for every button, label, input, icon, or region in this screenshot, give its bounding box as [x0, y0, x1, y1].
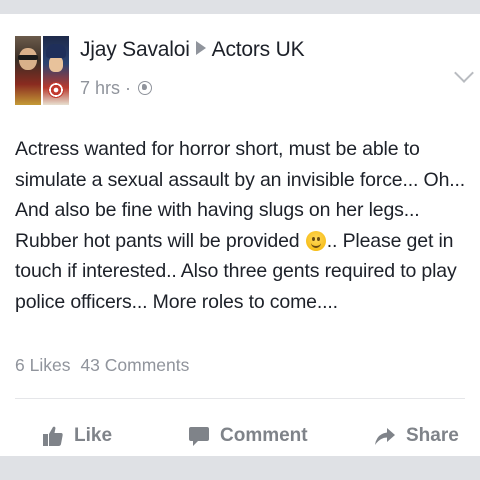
post-timestamp[interactable]: 7 hrs [80, 78, 120, 98]
arrow-right-icon [195, 41, 206, 55]
shield-icon [48, 82, 64, 98]
post-text-line: Actress wanted for horror short, must be… [15, 138, 420, 160]
likes-count-link[interactable]: 6 Likes [15, 355, 70, 375]
share-arrow-icon [375, 428, 395, 445]
chevron-down-icon[interactable] [454, 63, 474, 83]
avatar-right-photo [43, 36, 69, 105]
post-meta: 7 hrs · [80, 78, 153, 99]
author-avatar[interactable] [15, 36, 69, 105]
share-label: Share [406, 425, 459, 446]
thumbs-up-icon [43, 426, 63, 446]
post-card: Jjay Savaloi Actors UK 7 hrs · Actress wa… [0, 14, 480, 456]
author-name-link[interactable]: Jjay Savaloi [80, 38, 190, 61]
group-name-link[interactable]: Actors UK [212, 38, 305, 61]
like-label: Like [74, 425, 113, 446]
globe-icon [138, 81, 153, 95]
post-text-line: And also be fine with having slugs on he… [15, 199, 420, 221]
post-text-line: touch if interested.. Also three gents r… [15, 260, 457, 282]
meta-separator: · [125, 78, 132, 98]
feed-background-bottom [0, 456, 480, 480]
comment-button[interactable]: Comment [188, 422, 308, 450]
post-text-line: Rubber hot pants will be provided .. Ple… [15, 226, 470, 257]
post-reaction-stats: 6 Likes 43 Comments [15, 355, 189, 376]
comments-count-link[interactable]: 43 Comments [80, 355, 189, 375]
post-text-segment: .. Please get in [326, 229, 454, 252]
share-button[interactable]: Share [374, 422, 459, 450]
post-text-segment: Rubber hot pants will be provided [15, 229, 300, 252]
like-button[interactable]: Like [42, 422, 112, 450]
post-body-text: Actress wanted for horror short, must be… [15, 134, 470, 317]
comment-label: Comment [220, 425, 308, 446]
comment-bubble-icon [189, 427, 209, 446]
post-text-line: simulate a sexual assault by an invisibl… [15, 168, 466, 191]
feed-background-top [0, 0, 480, 14]
post-text-line: police officers... More roles to come...… [15, 290, 338, 313]
post-header-title: Jjay Savaloi Actors UK [80, 38, 305, 62]
smiling-face-emoji-icon [305, 230, 326, 251]
actions-divider [15, 398, 465, 399]
avatar-left-photo [15, 36, 41, 105]
